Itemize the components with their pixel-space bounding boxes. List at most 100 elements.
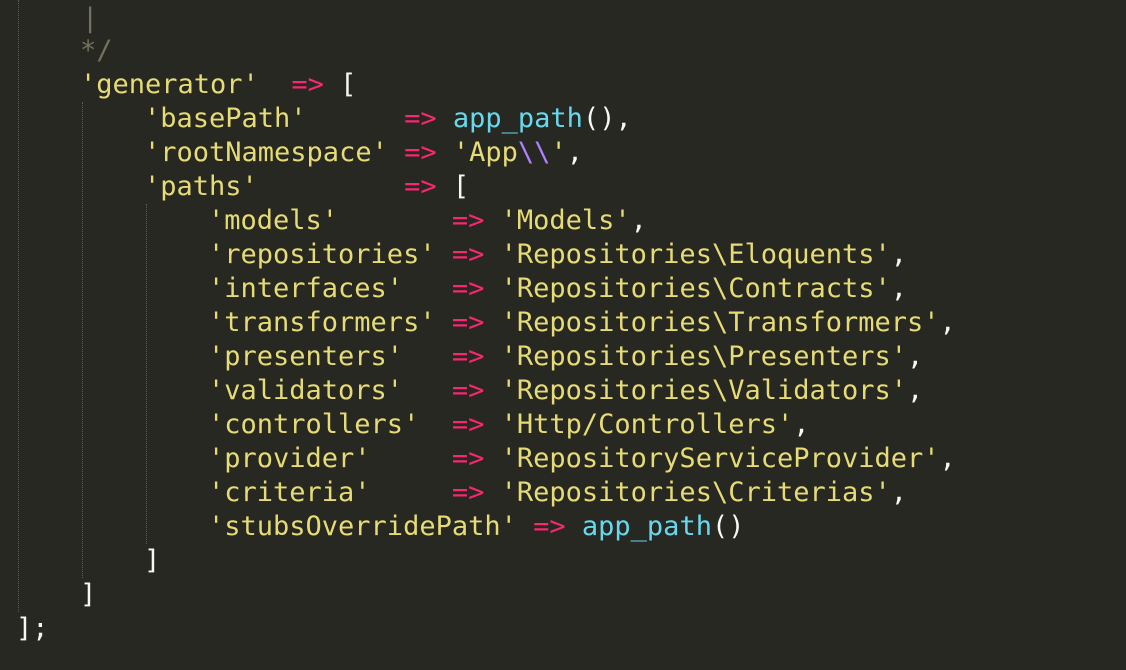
code-token-string: 'stubsOverridePath' xyxy=(208,511,517,542)
code-line[interactable]: | xyxy=(82,2,98,36)
code-token-string: 'generator' xyxy=(80,69,259,100)
code-token-punct: , xyxy=(907,375,924,406)
code-token-op: => xyxy=(451,375,485,406)
code-token-string: 'Repositories\Criterias' xyxy=(500,477,891,508)
code-token-comment: | xyxy=(82,3,99,34)
code-line[interactable]: 'transformers' => 'Repositories\Transfor… xyxy=(208,306,956,340)
code-token-op: => xyxy=(451,443,485,474)
code-token-escape: \\ xyxy=(517,137,551,168)
code-line[interactable]: 'validators' => 'Repositories\Validators… xyxy=(208,374,923,408)
code-token-punct xyxy=(484,443,500,474)
code-token-string: 'Repositories\Validators' xyxy=(500,375,908,406)
code-token-func: app_path xyxy=(452,103,583,134)
code-line[interactable]: 'interfaces' => 'Repositories\Contracts'… xyxy=(208,272,907,306)
code-token-punct xyxy=(484,205,500,236)
code-token-string: 'App xyxy=(452,137,518,168)
code-token-string: 'rootNamespace' xyxy=(144,137,388,168)
code-line[interactable]: ] xyxy=(80,578,96,612)
code-token-op: => xyxy=(404,103,437,134)
code-token-punct: ] xyxy=(144,545,161,576)
code-line[interactable]: 'paths' => [ xyxy=(144,170,469,204)
code-token-punct xyxy=(484,307,500,338)
code-token-punct xyxy=(258,171,404,202)
code-token-op: => xyxy=(451,239,485,270)
code-token-punct: , xyxy=(793,409,810,440)
code-line[interactable]: 'presenters' => 'Repositories\Presenters… xyxy=(208,340,923,374)
code-token-string: 'RepositoryServiceProvider' xyxy=(500,443,940,474)
code-token-punct xyxy=(259,69,292,100)
code-token-string: 'criteria' xyxy=(208,477,371,508)
code-token-punct xyxy=(437,103,453,134)
code-token-string: 'transformers' xyxy=(208,307,436,338)
code-token-op: => xyxy=(404,137,437,168)
code-token-punct xyxy=(371,477,452,508)
code-token-string: 'basePath' xyxy=(144,103,307,134)
code-token-punct xyxy=(388,137,404,168)
code-token-punct xyxy=(484,341,500,372)
code-token-op: => xyxy=(451,273,485,304)
code-token-op: => xyxy=(291,69,324,100)
code-token-punct: , xyxy=(939,443,956,474)
code-token-punct xyxy=(307,103,405,134)
code-token-string: 'Models' xyxy=(500,205,631,236)
code-line[interactable]: 'repositories' => 'Repositories\Eloquent… xyxy=(208,238,907,272)
indent-guide xyxy=(18,0,19,612)
code-line[interactable]: 'models' => 'Models', xyxy=(208,204,647,238)
code-token-punct xyxy=(566,511,582,542)
code-token-punct xyxy=(403,341,452,372)
code-token-punct xyxy=(436,307,452,338)
code-token-punct xyxy=(371,443,452,474)
code-line[interactable]: 'generator' => [ xyxy=(80,68,356,102)
code-token-punct xyxy=(517,511,533,542)
code-token-func: app_path xyxy=(581,511,712,542)
code-line[interactable]: 'criteria' => 'Repositories\Criterias', xyxy=(208,476,907,510)
code-token-punct xyxy=(419,409,452,440)
code-token-string: 'provider' xyxy=(208,443,371,474)
code-token-string: 'interfaces' xyxy=(208,273,404,304)
code-token-string: 'controllers' xyxy=(208,409,420,440)
code-token-op: => xyxy=(451,477,485,508)
code-token-punct xyxy=(403,375,452,406)
code-editor[interactable]: | */ 'generator' => [ 'basePath' => app_… xyxy=(0,0,1126,670)
code-token-op: => xyxy=(451,307,485,338)
code-line[interactable]: ]; xyxy=(16,612,49,646)
code-token-string: 'Repositories\Eloquents' xyxy=(500,239,891,270)
code-token-punct xyxy=(484,409,500,440)
code-line[interactable]: 'basePath' => app_path(), xyxy=(144,102,632,136)
code-token-string: ' xyxy=(550,137,567,168)
code-line[interactable]: 'provider' => 'RepositoryServiceProvider… xyxy=(208,442,956,476)
code-token-punct xyxy=(403,273,452,304)
code-token-punct: [ xyxy=(436,171,470,202)
code-token-punct: (), xyxy=(582,103,632,134)
code-token-punct: [ xyxy=(323,69,357,100)
code-token-string: 'presenters' xyxy=(208,341,404,372)
code-token-punct xyxy=(484,477,500,508)
code-token-punct: , xyxy=(890,239,908,270)
code-token-punct: () xyxy=(711,511,745,542)
code-token-string: 'validators' xyxy=(208,375,404,406)
code-token-punct: ] xyxy=(80,579,97,610)
code-token-punct: , xyxy=(566,137,583,168)
code-line[interactable]: 'rootNamespace' => 'App\\', xyxy=(144,136,583,170)
code-token-comment: */ xyxy=(80,35,113,66)
code-token-punct: , xyxy=(630,205,647,236)
code-token-string: 'Repositories\Presenters' xyxy=(500,341,908,372)
code-token-punct xyxy=(338,205,452,236)
code-token-string: 'Repositories\Contracts' xyxy=(500,273,891,304)
code-token-op: => xyxy=(451,409,485,440)
code-token-op: => xyxy=(451,205,485,236)
code-token-op: => xyxy=(451,341,485,372)
code-line[interactable]: ] xyxy=(144,544,160,578)
code-token-punct: , xyxy=(890,273,908,304)
indent-guide xyxy=(82,102,83,578)
code-line[interactable]: 'stubsOverridePath' => app_path() xyxy=(208,510,744,544)
code-token-punct: , xyxy=(939,307,956,338)
indent-guide xyxy=(146,204,147,544)
code-line[interactable]: 'controllers' => 'Http/Controllers', xyxy=(208,408,810,442)
code-token-punct: , xyxy=(890,477,908,508)
code-token-punct xyxy=(484,375,500,406)
code-line[interactable]: */ xyxy=(80,34,113,68)
code-token-punct xyxy=(436,239,452,270)
code-token-punct xyxy=(484,273,500,304)
code-token-punct: , xyxy=(907,341,924,372)
